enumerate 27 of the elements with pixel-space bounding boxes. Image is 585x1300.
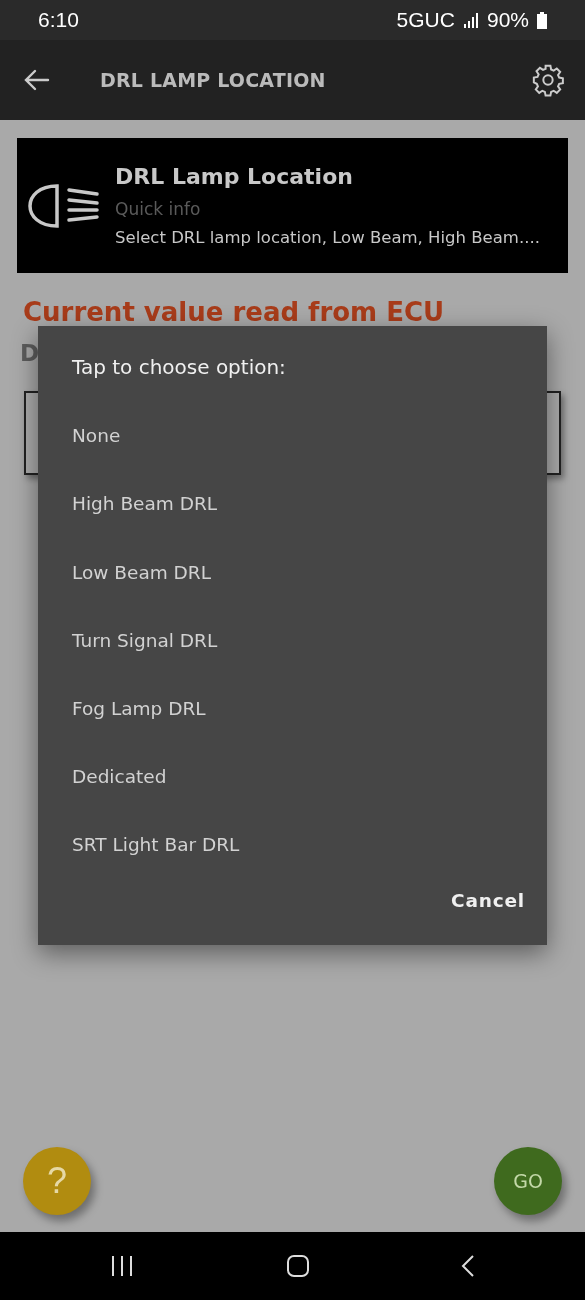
card-title: DRL Lamp Location xyxy=(115,162,354,191)
back-icon[interactable] xyxy=(461,1254,475,1278)
current-value: D xyxy=(20,339,40,368)
signal-icon xyxy=(462,12,479,28)
option-item[interactable]: Low Beam DRL xyxy=(72,538,212,607)
cancel-button[interactable]: Cancel xyxy=(451,883,525,920)
card-subtitle: Quick info xyxy=(115,197,202,221)
battery-percent: 90% xyxy=(486,7,529,34)
status-time: 6:10 xyxy=(38,7,79,34)
card-description: Select DRL lamp location, Low Beam, High Beam.... xyxy=(115,227,540,250)
screen-title: DRL LAMP LOCATION xyxy=(100,67,326,93)
settings-icon[interactable] xyxy=(531,63,565,97)
option-item[interactable]: Turn Signal DRL xyxy=(72,606,218,675)
go-button[interactable]: GO xyxy=(494,1147,562,1215)
home-icon[interactable] xyxy=(285,1254,310,1278)
back-arrow-icon[interactable] xyxy=(24,69,50,91)
headlamp-icon xyxy=(27,181,99,230)
option-item[interactable]: None xyxy=(72,402,121,471)
dialog-title: Tap to choose option: xyxy=(72,354,287,381)
option-item[interactable]: Fog Lamp DRL xyxy=(72,674,206,743)
option-item[interactable]: Dedicated xyxy=(72,742,167,812)
option-item[interactable]: SRT Light Bar DRL xyxy=(72,811,240,880)
network-label: 5GUC xyxy=(396,7,455,34)
option-item[interactable]: High Beam DRL xyxy=(72,470,218,539)
section-heading: Current value read from ECU xyxy=(23,296,446,329)
recent-apps-icon[interactable] xyxy=(110,1254,134,1278)
battery-icon xyxy=(537,11,547,29)
